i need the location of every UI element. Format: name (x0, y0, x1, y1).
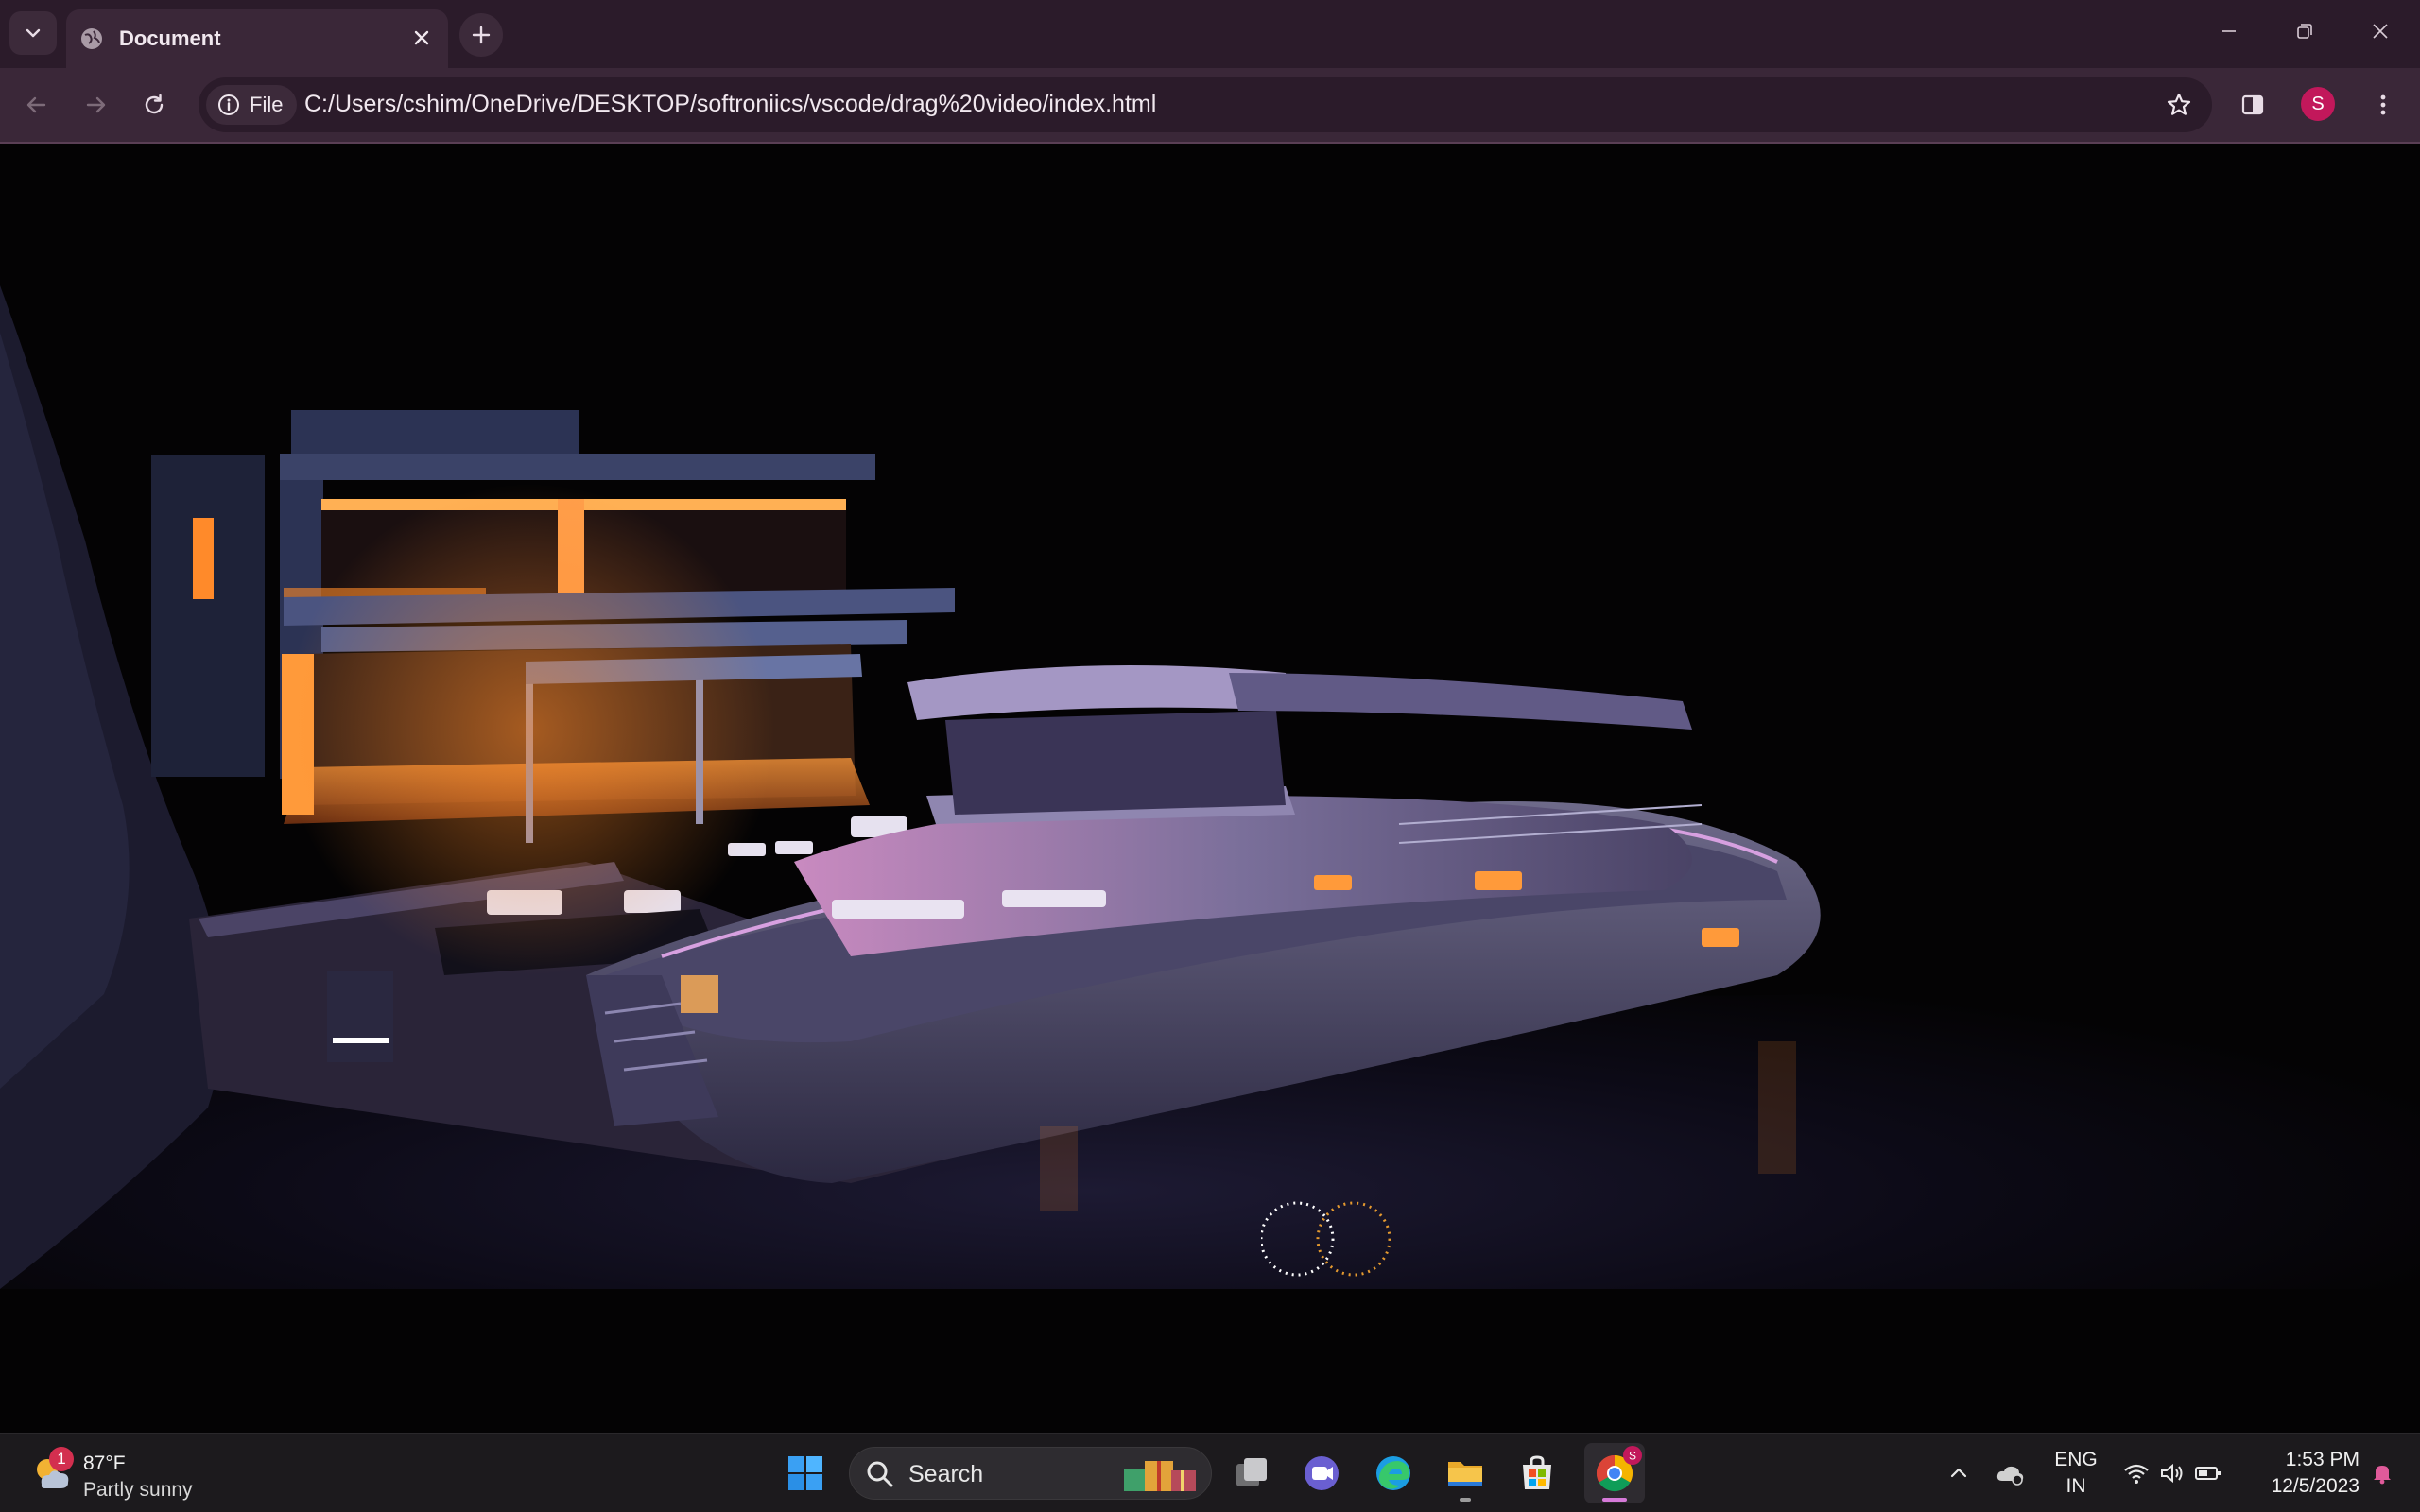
task-view-icon (1236, 1458, 1267, 1486)
browser-toolbar: File C:/Users/cshim/OneDrive/DESKTOP/sof… (0, 68, 2420, 142)
side-panel-icon (2241, 94, 2264, 115)
weather-widget[interactable]: 1 87°F Partly sunny (26, 1443, 216, 1503)
close-icon (2373, 24, 2388, 39)
tab-close-button[interactable] (408, 25, 435, 51)
chevron-up-icon (1950, 1468, 1967, 1478)
edge-app[interactable] (1363, 1443, 1424, 1503)
start-button[interactable] (775, 1443, 836, 1503)
battery-icon (2195, 1467, 2221, 1480)
volume-tray[interactable] (2153, 1454, 2191, 1492)
onedrive-tray[interactable] (1991, 1454, 2029, 1492)
speaker-icon (2161, 1463, 2183, 1484)
bookmark-button[interactable] (2163, 89, 2195, 121)
profile-badge-icon: S (1623, 1446, 1642, 1465)
arrow-left-icon (26, 96, 46, 113)
site-info-label: File (250, 93, 284, 116)
language-region: IN (2066, 1475, 2086, 1497)
restore-button[interactable] (2278, 9, 2331, 53)
notifications-button[interactable] (2363, 1454, 2401, 1492)
loading-rings (1261, 1201, 1392, 1277)
star-icon (2167, 93, 2191, 115)
plus-icon (472, 26, 491, 44)
chevron-down-icon (26, 28, 41, 38)
battery-tray[interactable] (2189, 1454, 2227, 1492)
loader-ring-white (1261, 1201, 1335, 1277)
language-code: ENG (2054, 1449, 2098, 1470)
taskbar-search[interactable]: Search (849, 1447, 1212, 1500)
search-placeholder: Search (908, 1461, 984, 1487)
more-vertical-icon (2380, 94, 2386, 115)
microsoft-store-app[interactable] (1507, 1443, 1567, 1503)
bell-icon (2374, 1466, 2391, 1485)
active-tab[interactable]: Document (66, 9, 448, 68)
teams-icon (1305, 1456, 1339, 1490)
svg-text:S: S (1629, 1450, 1636, 1463)
clock-time: 1:53 PM (2285, 1449, 2360, 1470)
tab-title: Document (119, 26, 221, 50)
globe-icon (81, 28, 102, 49)
running-indicator (1602, 1498, 1627, 1502)
restore-icon (2297, 24, 2312, 39)
reload-button[interactable] (132, 83, 176, 127)
new-tab-button[interactable] (459, 13, 503, 57)
file-explorer-app[interactable] (1435, 1443, 1495, 1503)
language-indicator[interactable]: ENG IN (2049, 1447, 2102, 1500)
weather-badge: 1 (49, 1447, 74, 1471)
running-indicator (1460, 1498, 1471, 1502)
wifi-tray[interactable] (2118, 1454, 2155, 1492)
back-button[interactable] (15, 83, 59, 127)
store-icon (1523, 1455, 1551, 1489)
background-video[interactable] (0, 144, 2420, 1289)
weather-condition: Partly sunny (83, 1479, 193, 1501)
browser-tabstrip: Document (0, 0, 2420, 68)
forward-button[interactable] (74, 83, 117, 127)
teams-app[interactable] (1291, 1443, 1352, 1503)
site-info-chip[interactable]: File (206, 85, 297, 125)
arrow-right-icon (86, 96, 106, 113)
minimize-button[interactable] (2203, 9, 2256, 53)
edge-icon (1376, 1456, 1410, 1490)
weather-temperature: 87°F (83, 1452, 126, 1474)
tab-search-button[interactable] (9, 11, 57, 55)
url-text[interactable]: C:/Users/cshim/OneDrive/DESKTOP/softroni… (304, 91, 1156, 118)
minimize-icon (2222, 30, 2236, 32)
chrome-menu-button[interactable] (2361, 83, 2405, 127)
windows-taskbar: 1 87°F Partly sunny Search S ENG IN 1:53… (0, 1433, 2420, 1512)
wifi-icon (2124, 1464, 2149, 1484)
search-icon (867, 1461, 893, 1487)
cloud-icon (1996, 1466, 2024, 1486)
loader-ring-orange (1316, 1201, 1392, 1277)
gift-boxes-icon (1124, 1461, 1196, 1491)
close-window-button[interactable] (2354, 9, 2407, 53)
close-icon (414, 30, 429, 45)
system-clock[interactable]: 1:53 PM 12/5/2023 (2246, 1447, 2360, 1500)
info-icon (218, 94, 239, 115)
clock-date: 12/5/2023 (2271, 1475, 2360, 1497)
address-bar[interactable]: File C:/Users/cshim/OneDrive/DESKTOP/sof… (199, 77, 2212, 132)
task-view-button[interactable] (1221, 1443, 1282, 1503)
chrome-app[interactable]: S (1584, 1443, 1645, 1503)
reload-icon (145, 94, 164, 114)
folder-icon (1448, 1462, 1482, 1486)
page-viewport (0, 144, 2420, 1433)
windows-logo-icon (788, 1456, 822, 1490)
show-hidden-icons-button[interactable] (1940, 1454, 1978, 1492)
profile-avatar[interactable]: S (2301, 87, 2335, 121)
side-panel-button[interactable] (2231, 83, 2274, 127)
